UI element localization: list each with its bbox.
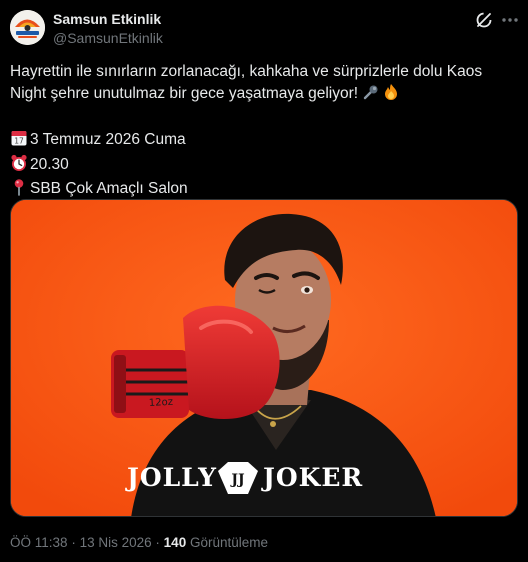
brand-right: JOKER [261, 463, 363, 492]
meta-separator: · [155, 535, 160, 550]
tweet-text-line: Hayrettin ile sınırların zorlanacağı, ka… [10, 63, 483, 80]
tweet-text: Hayrettin ile sınırların zorlanacağı, ka… [10, 61, 518, 203]
views-count: 140 [163, 535, 187, 550]
tweet-text-line: Night şehre unutulmaz bir gece yaşatmaya… [10, 83, 518, 108]
author-block[interactable]: Samsun Etkinlik @SamsunEtkinlik [53, 11, 163, 47]
event-date: 17 3 Temmuz 2026 Cuma [10, 129, 518, 154]
microphone-icon [362, 83, 380, 108]
tweet: Samsun Etkinlik @SamsunEtkinlik Hayretti… [0, 0, 528, 562]
alarm-clock-icon [10, 154, 28, 179]
more-options-icon[interactable] [500, 12, 520, 28]
brand-logo: JOLLY JJ JOKER [125, 462, 363, 494]
tweet-meta: ÖÖ 11:38 · 13 Nis 2026 · 140 Görüntüleme [10, 535, 268, 550]
views-label: Görüntüleme [189, 535, 269, 550]
fire-icon [382, 83, 400, 108]
tweet-media[interactable]: 12oz JOLLY JJ JOKER [10, 199, 518, 517]
author-display-name[interactable]: Samsun Etkinlik [53, 11, 163, 28]
glove-text: 12oz [149, 397, 174, 409]
brand-left: JOLLY [125, 463, 217, 492]
avatar[interactable] [10, 10, 45, 45]
tweet-time[interactable]: ÖÖ 11:38 [10, 535, 68, 550]
meta-separator: · [71, 535, 76, 550]
author-handle[interactable]: @SamsunEtkinlik [53, 29, 163, 47]
event-time: 20.30 [10, 154, 518, 179]
svg-text:17: 17 [14, 137, 24, 146]
brand-monogram: JJ [229, 472, 245, 488]
grok-icon[interactable] [474, 10, 494, 30]
tweet-date[interactable]: 13 Nis 2026 [80, 535, 152, 550]
calendar-icon: 17 [10, 129, 28, 154]
